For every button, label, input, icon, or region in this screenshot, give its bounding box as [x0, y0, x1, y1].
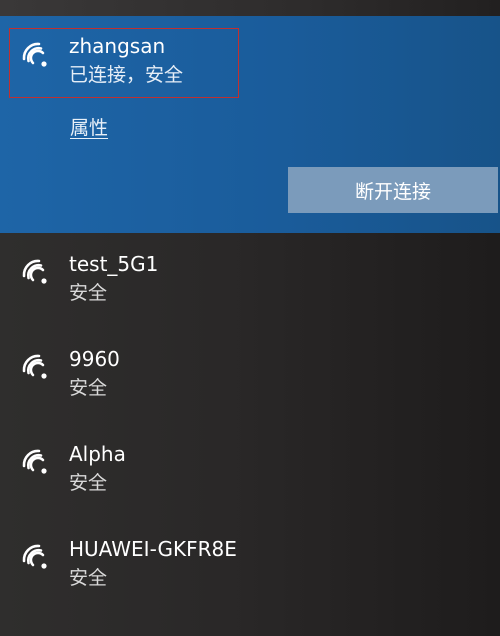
wifi-signal-icon [20, 40, 50, 70]
network-status: 安全 [69, 567, 108, 589]
network-ssid: HUAWEI-GKFR8E [69, 537, 237, 561]
connected-network-panel[interactable]: zhangsan 已连接，安全 属性 断开连接 [0, 16, 500, 233]
network-item-alpha[interactable]: Alpha 安全 [0, 430, 500, 510]
wifi-signal-icon [20, 542, 50, 572]
network-ssid: 9960 [69, 347, 120, 371]
network-flyout: zhangsan 已连接，安全 属性 断开连接 test_5G1 安全 9960… [0, 0, 500, 636]
disconnect-button[interactable]: 断开连接 [288, 167, 498, 213]
network-item-9960[interactable]: 9960 安全 [0, 335, 500, 415]
wifi-signal-icon [20, 447, 50, 477]
wifi-signal-icon [20, 352, 50, 382]
connected-status: 已连接，安全 [69, 64, 184, 86]
wifi-signal-icon [20, 257, 50, 287]
network-status: 安全 [69, 472, 108, 494]
top-strip [0, 0, 500, 16]
connected-ssid: zhangsan [69, 34, 166, 58]
network-item-huawei-gkfr8e[interactable]: HUAWEI-GKFR8E 安全 [0, 525, 500, 605]
network-ssid: Alpha [69, 442, 126, 466]
network-ssid: test_5G1 [69, 252, 159, 276]
properties-link[interactable]: 属性 [70, 115, 108, 141]
network-status: 安全 [69, 377, 108, 399]
network-status: 安全 [69, 282, 108, 304]
network-item-test-5g1[interactable]: test_5G1 安全 [0, 240, 500, 320]
